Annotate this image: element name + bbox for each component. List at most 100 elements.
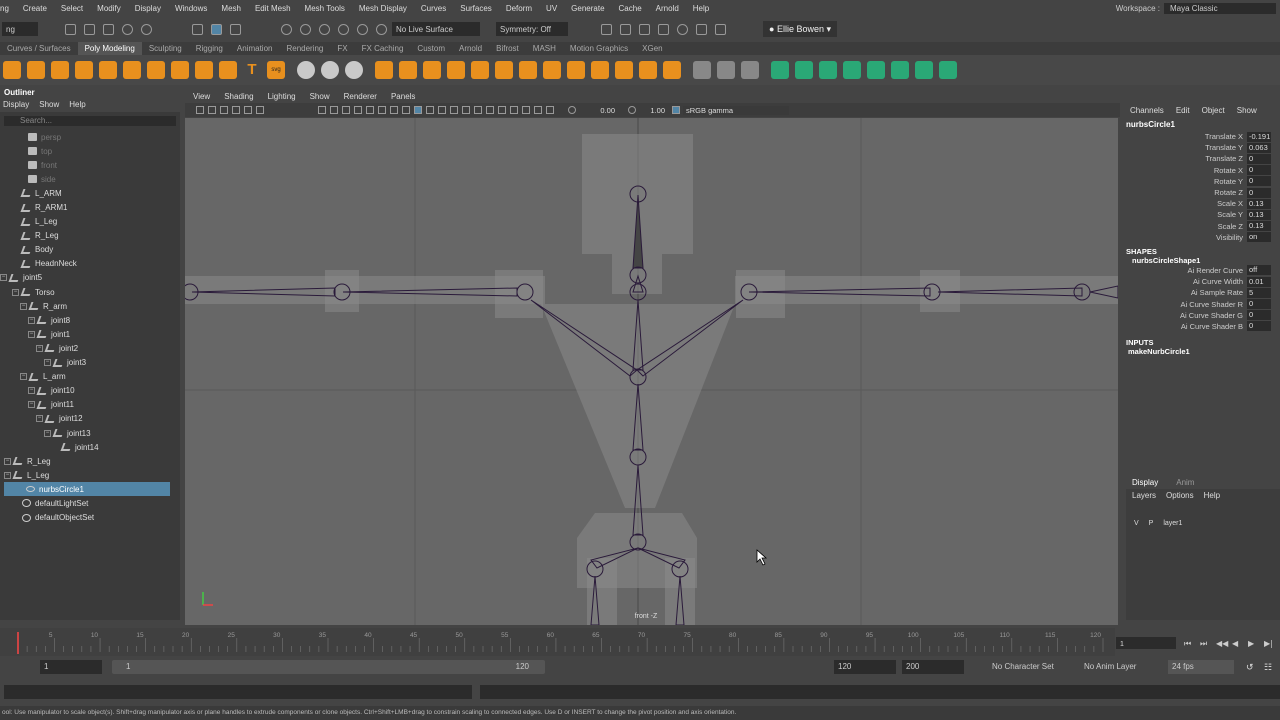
channel-row[interactable]: Rotate Z 0 xyxy=(1122,187,1280,198)
render-region-icon[interactable] xyxy=(601,23,612,35)
time-slider-ruler[interactable]: 5 10 15 20 25 30 35 40 45 50 55 60 65 70 75 80 85 90 95 100… xyxy=(0,628,1280,656)
poly-cone-icon[interactable] xyxy=(75,61,93,79)
isolate-select-icon[interactable] xyxy=(510,106,518,114)
layout-icon[interactable] xyxy=(915,61,933,79)
undo-icon[interactable] xyxy=(122,23,133,35)
playback-end-field[interactable]: 120 xyxy=(834,660,896,674)
bookmark-icon[interactable] xyxy=(220,106,228,114)
outliner-item[interactable]: nurbsCircle1 xyxy=(4,482,170,497)
shelf-tab-bifrost[interactable]: Bifrost xyxy=(489,42,526,55)
channel-row[interactable]: Rotate X 0 xyxy=(1122,165,1280,176)
shadows-icon[interactable] xyxy=(450,106,458,114)
snap-surface-icon[interactable] xyxy=(338,23,349,35)
menu-ng[interactable]: ng xyxy=(0,4,16,13)
channel-value-field[interactable]: 0.13 xyxy=(1247,221,1271,232)
expand-toggle-icon[interactable]: − xyxy=(4,457,11,465)
live-surface-field[interactable]: No Live Surface xyxy=(392,22,480,36)
menu-surfaces[interactable]: Surfaces xyxy=(453,4,499,13)
outliner-item[interactable]: defaultLightSet xyxy=(0,496,180,510)
poly-disc-icon[interactable] xyxy=(147,61,165,79)
pause-render-icon[interactable] xyxy=(715,23,726,35)
safe-action-icon[interactable] xyxy=(378,106,386,114)
outliner-item[interactable]: R_ARM1 xyxy=(0,200,180,214)
outliner-item[interactable]: joint14 xyxy=(0,440,180,454)
select-component-icon[interactable] xyxy=(230,23,241,35)
color-management-icon[interactable] xyxy=(672,106,680,114)
expand-toggle-icon[interactable]: − xyxy=(44,359,51,367)
uv-editor-icon[interactable] xyxy=(771,61,789,79)
unfold-icon[interactable] xyxy=(891,61,909,79)
gamma-field[interactable]: 1.00 xyxy=(639,106,669,115)
outliner-search-input[interactable]: Search... xyxy=(4,116,176,126)
shelf-tab-mash[interactable]: MASH xyxy=(526,42,563,55)
shelf-tab-fx[interactable]: FX xyxy=(330,42,354,55)
shelf-tab-rigging[interactable]: Rigging xyxy=(189,42,230,55)
outliner-item[interactable]: L_ARM xyxy=(0,186,180,200)
shelf-tab-motion-graphics[interactable]: Motion Graphics xyxy=(563,42,635,55)
user-account-button[interactable]: ● Ellie Bowen ▾ xyxy=(763,21,837,37)
outliner-item[interactable]: persp xyxy=(0,130,180,144)
reduce-icon[interactable] xyxy=(471,61,489,79)
outliner-item[interactable]: − joint10 xyxy=(0,384,180,398)
channel-value-field[interactable]: 0.01 xyxy=(1247,276,1271,287)
automatic-map-icon[interactable] xyxy=(867,61,885,79)
viewport-front[interactable]: front -Z xyxy=(185,118,1118,625)
new-scene-icon[interactable] xyxy=(65,23,76,35)
character-set-dropdown[interactable]: No Character Set xyxy=(992,660,1054,674)
snap-point-icon[interactable] xyxy=(319,23,330,35)
channel-menu-show[interactable]: Show xyxy=(1237,106,1257,115)
select-hierarchy-icon[interactable] xyxy=(192,23,203,35)
outliner-item[interactable]: − joint3 xyxy=(0,356,180,370)
resolution-gate-icon[interactable] xyxy=(342,106,350,114)
channel-value-field[interactable]: 0.063 xyxy=(1247,142,1271,153)
outliner-item[interactable]: − L_arm xyxy=(0,370,180,384)
channel-value-field[interactable]: 0.13 xyxy=(1247,198,1271,209)
symmetry-dropdown[interactable]: Symmetry: Off xyxy=(496,22,568,36)
poly-torus-icon[interactable] xyxy=(99,61,117,79)
tab-anim[interactable]: Anim xyxy=(1176,478,1194,487)
super-shape-icon[interactable] xyxy=(219,61,237,79)
channel-value-field[interactable]: 0.13 xyxy=(1247,209,1271,220)
select-object-icon[interactable] xyxy=(211,23,222,35)
workspace-selector[interactable]: Workspace : Maya Classic xyxy=(1116,0,1280,16)
exposure-icon[interactable] xyxy=(568,106,576,114)
channel-value-field[interactable]: 5 xyxy=(1247,287,1271,298)
image-plane-icon[interactable] xyxy=(232,106,240,114)
menu-select[interactable]: Select xyxy=(54,4,90,13)
channel-row[interactable]: Ai Curve Shader B 0 xyxy=(1122,321,1280,332)
layer-row[interactable]: V P layer1 xyxy=(1126,502,1280,527)
channel-value-field[interactable]: off xyxy=(1247,265,1271,276)
outliner-item[interactable]: − joint13 xyxy=(0,426,180,440)
animation-start-field[interactable]: 1 xyxy=(40,660,102,674)
layer-menu-help[interactable]: Help xyxy=(1204,491,1220,500)
preferences-icon[interactable]: ☷ xyxy=(1264,662,1272,673)
viewport-menu-renderer[interactable]: Renderer xyxy=(344,92,377,101)
shelf-tab-custom[interactable]: Custom xyxy=(410,42,452,55)
fps-dropdown[interactable]: 24 fps xyxy=(1168,660,1234,674)
quadrangulate-icon[interactable] xyxy=(663,61,681,79)
shelf-tab-arnold[interactable]: Arnold xyxy=(452,42,489,55)
hypershade-icon[interactable] xyxy=(677,23,688,35)
outliner-item[interactable]: defaultObjectSet xyxy=(0,511,180,525)
view-transform-dropdown[interactable]: sRGB gamma xyxy=(683,105,789,115)
backface-culling-icon[interactable] xyxy=(546,106,554,114)
outliner-item[interactable]: side xyxy=(0,172,180,186)
shelf-tab-sculpting[interactable]: Sculpting xyxy=(142,42,189,55)
snap-live-icon[interactable] xyxy=(376,23,387,35)
channel-row[interactable]: Ai Curve Shader R 0 xyxy=(1122,298,1280,310)
channel-row[interactable]: Translate Z 0 xyxy=(1122,153,1280,164)
poly-plane-icon[interactable] xyxy=(123,61,141,79)
menu-deform[interactable]: Deform xyxy=(499,4,539,13)
channel-row[interactable]: Ai Curve Width 0.01 xyxy=(1122,276,1280,287)
channel-menu-object[interactable]: Object xyxy=(1202,106,1225,115)
channel-row[interactable]: Ai Render Curve off xyxy=(1122,265,1280,276)
menu-windows[interactable]: Windows xyxy=(168,4,214,13)
camera-attributes-icon[interactable] xyxy=(208,106,216,114)
poly-text-icon[interactable]: T xyxy=(243,61,261,79)
boolean-icon[interactable] xyxy=(423,61,441,79)
channel-row[interactable]: Translate Y 0.063 xyxy=(1122,142,1280,153)
channel-menu-edit[interactable]: Edit xyxy=(1176,106,1190,115)
depth-of-field-icon[interactable] xyxy=(498,106,506,114)
xray-joints-icon[interactable] xyxy=(534,106,542,114)
current-frame-field[interactable] xyxy=(1116,637,1176,649)
